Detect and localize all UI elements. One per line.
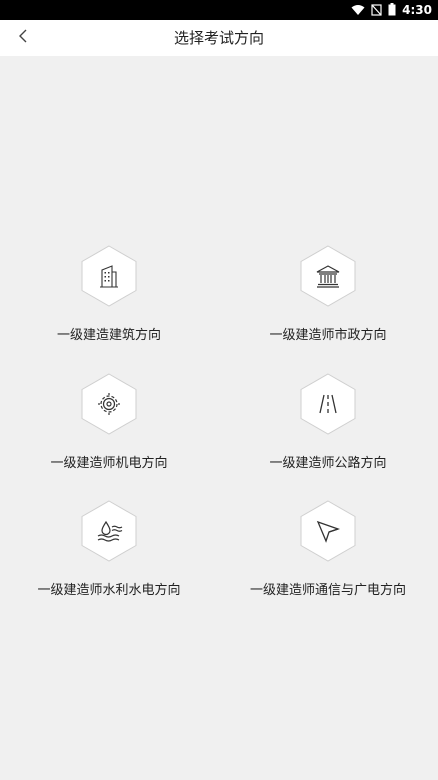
hex-badge — [298, 245, 358, 307]
water-drop-icon — [95, 517, 123, 545]
status-icons: 4:30 — [351, 0, 432, 20]
exam-direction-grid: 一级建造建筑方向 一级建造师市政方向 一级建造师机电方向 一级建造师公路方向 一… — [0, 56, 438, 780]
option-label: 一级建造师通信与广电方向 — [249, 583, 406, 598]
gear-icon — [95, 390, 123, 418]
option-label: 一级建造师市政方向 — [269, 328, 387, 343]
hex-badge — [79, 245, 139, 307]
status-bar: 4:30 — [0, 0, 438, 20]
option-label: 一级建造师公路方向 — [269, 456, 387, 471]
government-building-icon — [314, 262, 342, 290]
hex-badge — [79, 373, 139, 435]
no-sim-icon — [371, 1, 382, 20]
navbar: 选择考试方向 — [0, 20, 438, 56]
option-telecom-broadcast[interactable]: 一级建造师通信与广电方向 — [228, 500, 428, 610]
hex-badge — [79, 500, 139, 562]
page-title: 选择考试方向 — [173, 29, 264, 47]
option-label: 一级建造建筑方向 — [56, 328, 161, 343]
option-municipal[interactable]: 一级建造师市政方向 — [228, 245, 428, 355]
option-label: 一级建造师水利水电方向 — [37, 583, 181, 598]
road-icon — [314, 390, 342, 418]
option-mechanical-electrical[interactable]: 一级建造师机电方向 — [9, 373, 209, 483]
building-icon — [95, 262, 123, 290]
option-label: 一级建造师机电方向 — [50, 456, 168, 471]
hex-badge — [298, 500, 358, 562]
status-time: 4:30 — [402, 3, 432, 17]
hex-badge — [298, 373, 358, 435]
battery-icon — [388, 1, 396, 20]
wifi-icon — [351, 1, 365, 20]
option-highway[interactable]: 一级建造师公路方向 — [228, 373, 428, 483]
option-water-conservancy[interactable]: 一级建造师水利水电方向 — [9, 500, 209, 610]
send-arrow-icon — [314, 517, 342, 545]
option-building[interactable]: 一级建造建筑方向 — [9, 245, 209, 355]
